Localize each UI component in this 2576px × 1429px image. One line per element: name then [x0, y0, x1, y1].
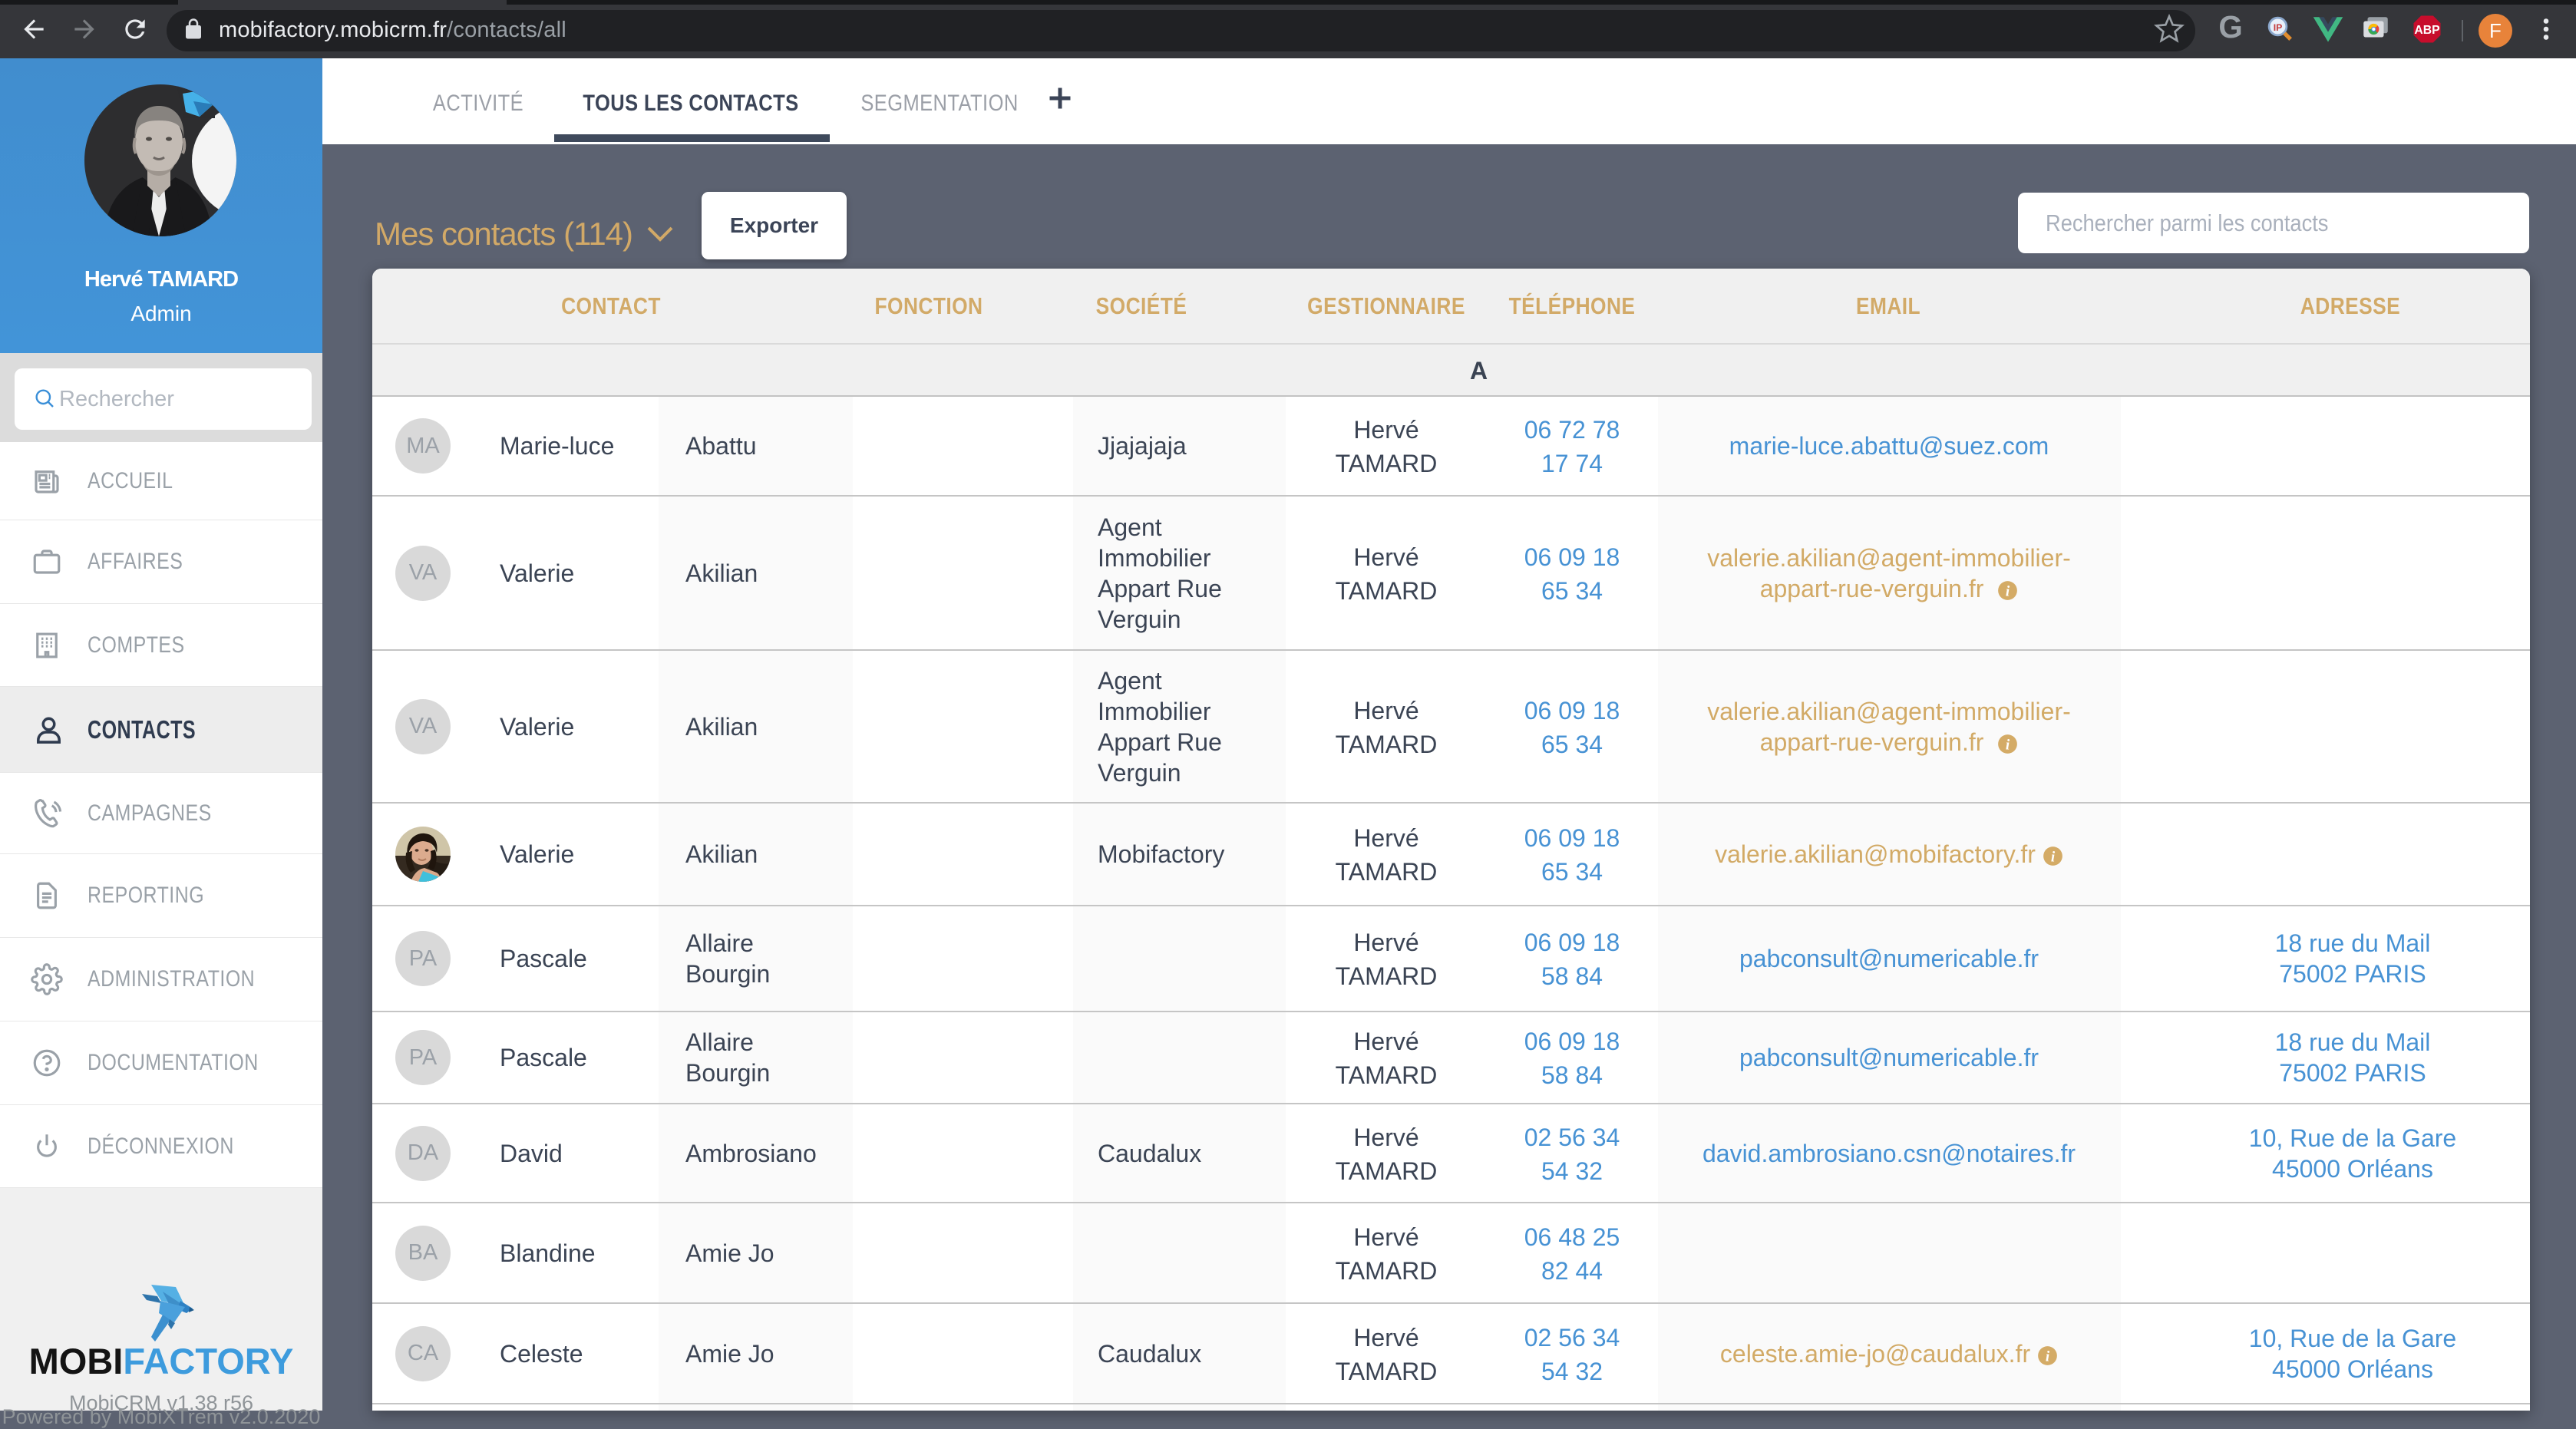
svg-text:G: G: [2218, 12, 2242, 45]
svg-text:i: i: [2051, 849, 2056, 865]
svg-text:i: i: [2006, 737, 2010, 753]
svg-text:i: i: [2046, 1348, 2050, 1365]
svg-text:ABP: ABP: [2414, 24, 2439, 37]
svg-text:IP: IP: [2274, 22, 2283, 33]
svg-text:i: i: [2006, 583, 2010, 599]
